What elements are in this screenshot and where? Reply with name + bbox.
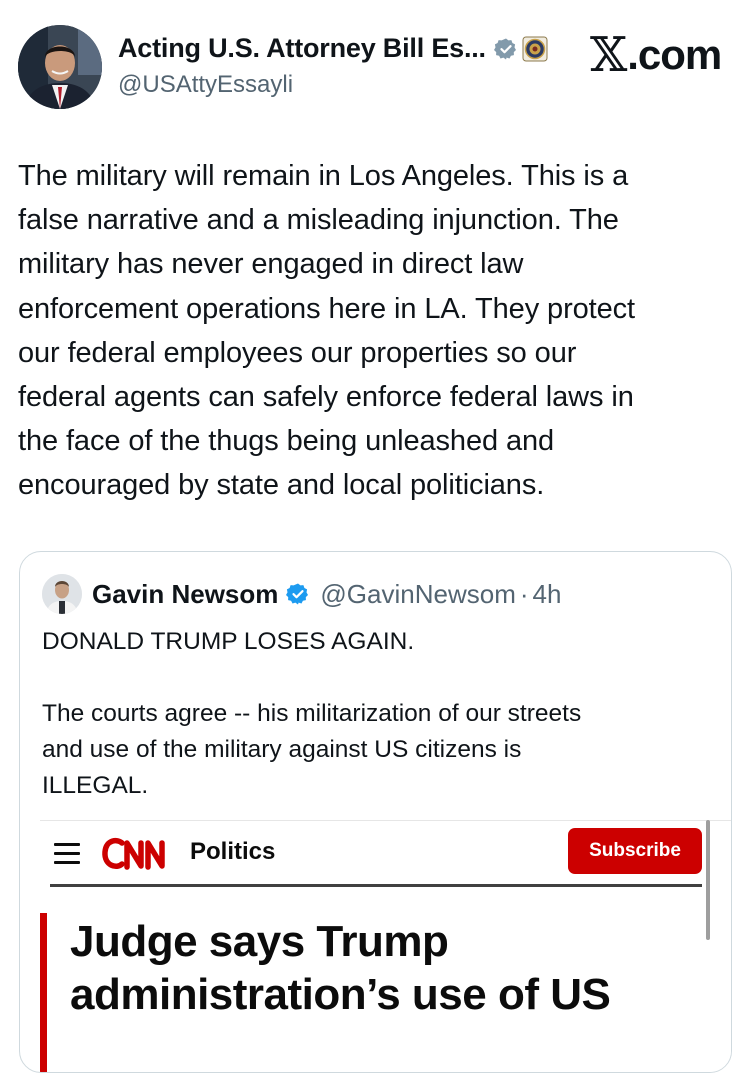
headline-accent-bar (40, 913, 47, 1072)
cnn-logo-icon (102, 837, 165, 870)
subscribe-button[interactable]: Subscribe (568, 828, 702, 874)
quoted-tweet-header: Gavin Newsom @GavinNewsom · 4h (42, 574, 561, 614)
author-display-name[interactable]: Acting U.S. Attorney Bill Es... (118, 33, 486, 64)
author-handle[interactable]: @USAttyEssayli (118, 71, 293, 99)
nav-divider (50, 884, 702, 887)
scrollbar[interactable] (706, 820, 710, 940)
quoted-author-name[interactable]: Gavin Newsom (92, 579, 278, 610)
quoted-author-avatar[interactable] (42, 574, 82, 614)
verified-badge-icon (286, 583, 309, 605)
author-name-row[interactable]: Acting U.S. Attorney Bill Es... (118, 33, 548, 64)
tweet-body: The military will remain in Los Angeles.… (18, 160, 636, 502)
quoted-tweet-body: DONALD TRUMP LOSES AGAIN. The courts agr… (42, 628, 582, 799)
tweet-header: Acting U.S. Attorney Bill Es... @USAttyE… (0, 0, 750, 120)
hamburger-menu-icon (54, 843, 80, 864)
verified-badge-icon (493, 38, 516, 59)
x-logo-icon: 𝕏 (590, 27, 627, 83)
x-com-label: 𝕏 .com (590, 27, 722, 83)
timestamp-separator: · (519, 578, 529, 609)
section-label: Politics (190, 838, 276, 865)
article-headline: Judge says Trump administration’s use of… (70, 917, 611, 1019)
author-avatar[interactable] (18, 25, 102, 109)
quoted-tweet-time[interactable]: 4h (533, 579, 562, 610)
article-preview-image[interactable]: Politics Subscribe Judge says Trump admi… (40, 820, 731, 1072)
quoted-tweet-card[interactable]: Gavin Newsom @GavinNewsom · 4h DONALD TR… (19, 551, 732, 1073)
cnn-logo (100, 833, 178, 880)
doj-seal-icon (522, 36, 548, 61)
x-com-suffix: .com (627, 31, 722, 78)
quoted-author-handle[interactable]: @GavinNewsom (320, 579, 515, 610)
